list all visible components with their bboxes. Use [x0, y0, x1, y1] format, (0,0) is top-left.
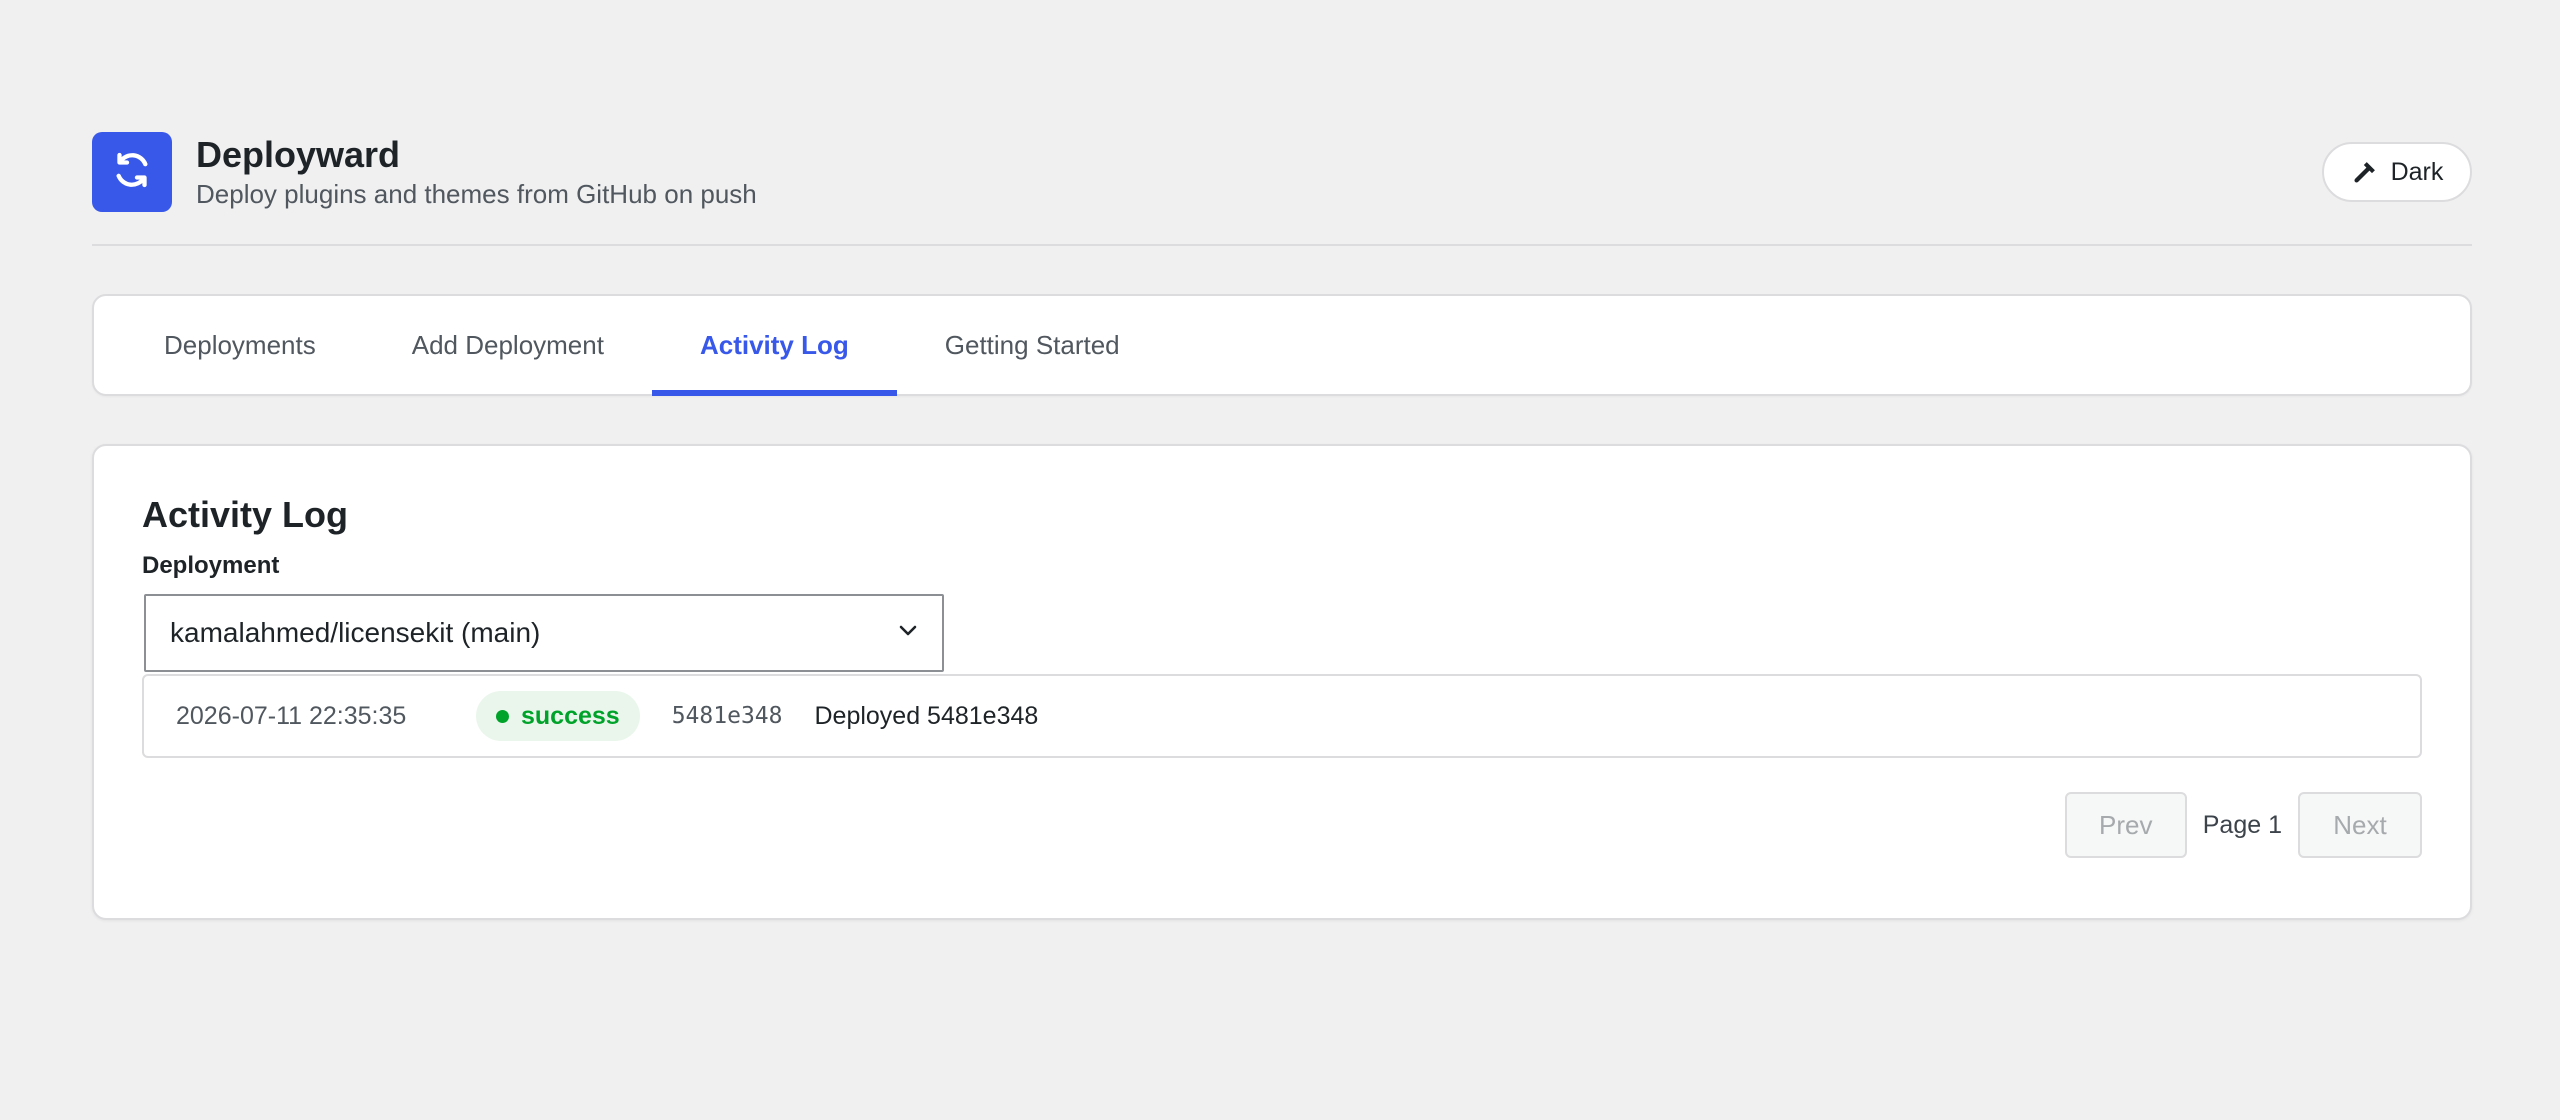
chevron-down-icon [896, 617, 920, 649]
sync-icon [112, 150, 152, 195]
prev-page-button[interactable]: Prev [2064, 792, 2187, 858]
header-divider [92, 244, 2472, 246]
tab-activity-log[interactable]: Activity Log [651, 296, 897, 396]
commit-hash: 5481e348 [671, 703, 783, 729]
section-title: Activity Log [142, 494, 349, 535]
deployment-field-label: Deployment [142, 552, 280, 579]
log-timestamp: 2026-07-11 22:35:35 [176, 701, 407, 730]
app-subtitle: Deploy plugins and themes from GitHub on… [196, 178, 757, 209]
page-indicator: Page 1 [2202, 810, 2282, 839]
activity-log-panel: Activity Log Deployment kamalahmed/licen… [92, 444, 2472, 920]
pagination: Prev Page 1 Next [142, 792, 2422, 858]
app-logo [92, 132, 172, 212]
hammer-icon [2351, 158, 2379, 186]
app-header: Deployward Deploy plugins and themes fro… [92, 132, 2472, 212]
tab-deployments[interactable]: Deployments [116, 296, 364, 394]
log-entry-row: 2026-07-11 22:35:35 success 5481e348 Dep… [142, 674, 2422, 758]
log-message: Deployed 5481e348 [814, 701, 1039, 730]
tab-add-deployment[interactable]: Add Deployment [364, 296, 652, 394]
next-page-button[interactable]: Next [2298, 792, 2422, 858]
dark-mode-toggle-label: Dark [2390, 157, 2444, 186]
status-dot-icon [496, 709, 509, 723]
status-badge-label: success [521, 701, 620, 730]
app-container: Deployward Deploy plugins and themes fro… [92, 132, 2472, 920]
title-block: Deployward Deploy plugins and themes fro… [196, 133, 757, 210]
tab-getting-started[interactable]: Getting Started [897, 296, 1168, 394]
status-badge: success [476, 691, 640, 741]
tab-bar: Deployments Add Deployment Activity Log … [92, 294, 2472, 396]
deployment-select-value: kamalahmed/licensekit (main) [170, 617, 541, 648]
app-title: Deployward [196, 133, 401, 175]
deployment-select[interactable]: kamalahmed/licensekit (main) [144, 594, 944, 672]
dark-mode-toggle-button[interactable]: Dark [2322, 142, 2472, 202]
